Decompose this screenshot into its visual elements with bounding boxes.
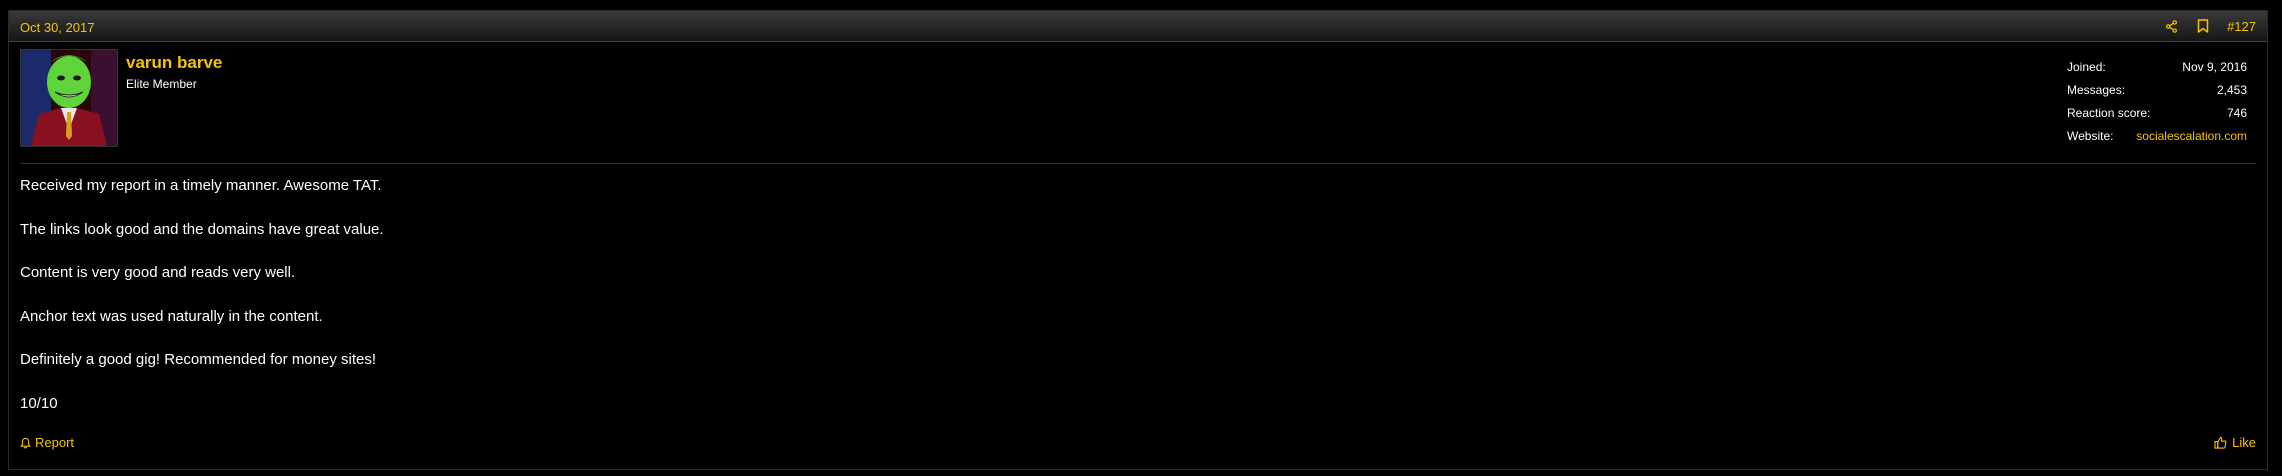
- post-footer: Report Like: [9, 429, 2267, 459]
- avatar[interactable]: [20, 49, 118, 147]
- stat-joined: Joined: Nov 9, 2016: [2067, 56, 2247, 79]
- username-link[interactable]: varun barve: [126, 53, 222, 73]
- post-text-line: Content is very good and reads very well…: [20, 264, 296, 281]
- stat-label: Website:: [2067, 129, 2114, 143]
- post-date[interactable]: Oct 30, 2017: [20, 20, 94, 35]
- bell-icon: [20, 437, 31, 449]
- stat-label: Joined:: [2067, 60, 2106, 74]
- stat-value: Nov 9, 2016: [2182, 60, 2247, 74]
- stat-website: Website: socialescalation.com: [2067, 125, 2247, 148]
- divider: [20, 163, 2256, 164]
- website-link[interactable]: socialescalation.com: [2136, 125, 2247, 148]
- thumbs-up-icon: [2214, 436, 2227, 449]
- report-button[interactable]: Report: [20, 435, 74, 450]
- post-body: Received my report in a timely manner. A…: [20, 176, 2256, 437]
- user-stats: Joined: Nov 9, 2016 Messages: 2,453 Reac…: [2067, 56, 2247, 148]
- like-label: Like: [2232, 435, 2256, 450]
- stat-label: Messages:: [2067, 83, 2126, 97]
- post-number-link[interactable]: #127: [2227, 19, 2256, 34]
- post-actions: #127: [2163, 18, 2256, 34]
- stat-messages: Messages: 2,453: [2067, 79, 2247, 102]
- post-text-line: Anchor text was used naturally in the co…: [20, 307, 323, 325]
- stat-value: 746: [2226, 106, 2247, 120]
- stat-value: 2,453: [2216, 83, 2247, 97]
- post-text-line: Received my report in a timely manner. A…: [20, 177, 382, 194]
- user-title: Elite Member: [126, 77, 197, 91]
- stat-label: Reaction score:: [2067, 106, 2151, 120]
- report-label: Report: [35, 435, 75, 450]
- share-icon[interactable]: [2163, 18, 2179, 34]
- bookmark-icon[interactable]: [2195, 18, 2211, 34]
- like-button[interactable]: Like: [2214, 435, 2256, 450]
- post-header: Oct 30, 2017 #127: [9, 11, 2267, 42]
- forum-post: Oct 30, 2017 #127 varun barve Elite Memb…: [8, 10, 2268, 470]
- post-text-line: Definitely a good gig! Recommended for m…: [20, 351, 377, 368]
- stat-reaction-score: Reaction score: 746: [2067, 102, 2247, 125]
- post-text-line: The links look good and the domains have…: [20, 220, 384, 238]
